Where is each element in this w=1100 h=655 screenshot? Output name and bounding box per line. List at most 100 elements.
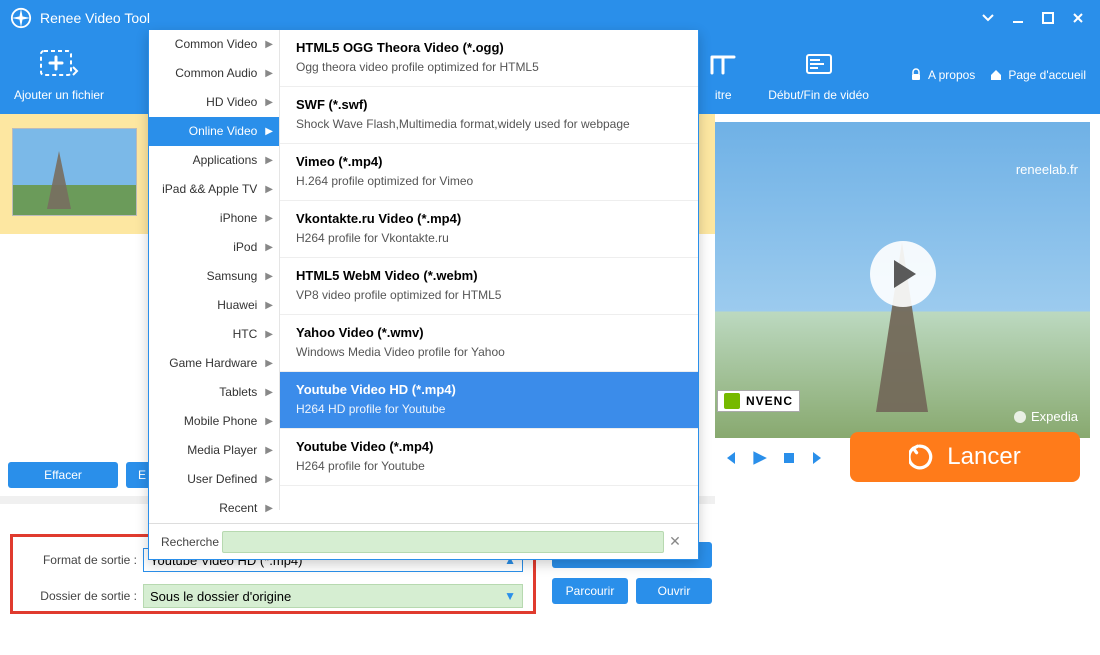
option-desc: H264 profile for Youtube (296, 459, 682, 473)
format-category-item[interactable]: iPhone▶ (149, 204, 279, 233)
format-category-item[interactable]: Huawei▶ (149, 291, 279, 320)
play-overlay-button[interactable] (870, 241, 936, 307)
format-option-item[interactable]: HTML5 OGG Theora Video (*.ogg)Ogg theora… (280, 30, 698, 87)
chevron-right-icon: ▶ (265, 387, 273, 398)
file-thumbnail[interactable] (12, 128, 137, 216)
format-category-item[interactable]: Game Hardware▶ (149, 349, 279, 378)
option-title: Youtube Video HD (*.mp4) (296, 382, 682, 397)
subtitle-icon (708, 48, 738, 82)
format-category-item[interactable]: Mobile Phone ▶ (149, 407, 279, 436)
open-button[interactable]: Ouvrir (636, 578, 712, 604)
chevron-right-icon: ▶ (265, 271, 273, 282)
format-category-item[interactable]: Online Video▶ (149, 117, 279, 146)
category-label: Applications (193, 153, 258, 167)
format-category-item[interactable]: Applications ▶ (149, 146, 279, 175)
minimize-button[interactable] (1006, 6, 1030, 30)
category-label: Samsung (207, 269, 258, 283)
category-label: HD Video (206, 95, 257, 109)
format-category-item[interactable]: User Defined▶ (149, 465, 279, 494)
format-category-item[interactable]: HD Video ▶ (149, 88, 279, 117)
clear-button[interactable]: Effacer (8, 462, 118, 488)
home-label: Page d'accueil (1008, 68, 1086, 82)
option-title: Yahoo Video (*.wmv) (296, 325, 682, 340)
prev-button[interactable] (719, 448, 739, 468)
chevron-right-icon: ▶ (265, 416, 273, 427)
format-category-item[interactable]: Recent▶ (149, 494, 279, 523)
category-label: Common Video (175, 37, 258, 51)
output-format-label: Format de sortie : (23, 553, 143, 567)
option-desc: Shock Wave Flash,Multimedia format,widel… (296, 117, 682, 131)
subtitle-label: itre (715, 88, 732, 102)
stop-button[interactable] (779, 448, 799, 468)
next-button[interactable] (809, 448, 829, 468)
format-option-list: HTML5 OGG Theora Video (*.ogg)Ogg theora… (279, 30, 698, 510)
output-folder-select[interactable]: Sous le dossier d'origine ▼ (143, 584, 523, 608)
chevron-right-icon: ▶ (265, 242, 273, 253)
chevron-down-icon: ▼ (488, 589, 516, 603)
format-option-item[interactable]: SWF (*.swf)Shock Wave Flash,Multimedia f… (280, 87, 698, 144)
play-button[interactable] (749, 448, 769, 468)
search-input[interactable] (229, 535, 657, 549)
startend-button[interactable]: Début/Fin de vidéo (768, 48, 869, 102)
option-desc: Ogg theora video profile optimized for H… (296, 60, 682, 74)
startend-label: Début/Fin de vidéo (768, 88, 869, 102)
format-category-item[interactable]: Samsung ▶ (149, 262, 279, 291)
category-label: Tablets (219, 385, 257, 399)
category-label: Online Video (189, 124, 258, 138)
output-folder-value: Sous le dossier d'origine (150, 589, 488, 604)
format-category-item[interactable]: Tablets ▶ (149, 378, 279, 407)
format-category-item[interactable]: iPod ▶ (149, 233, 279, 262)
format-category-item[interactable]: Media Player▶ (149, 436, 279, 465)
category-label: iPod (233, 240, 257, 254)
format-option-item[interactable]: HTML5 WebM Video (*.webm)VP8 video profi… (280, 258, 698, 315)
chevron-right-icon: ▶ (265, 358, 273, 369)
category-label: HTC (233, 327, 258, 341)
chevron-right-icon: ▶ (265, 329, 273, 340)
home-icon (989, 68, 1003, 82)
category-label: iPhone (220, 211, 257, 225)
launch-button[interactable]: Lancer (850, 432, 1080, 482)
add-file-label: Ajouter un fichier (14, 88, 104, 102)
format-option-item[interactable]: Youtube Video HD (*.mp4) H264 HD profile … (280, 372, 698, 429)
maximize-button[interactable] (1036, 6, 1060, 30)
option-desc: H264 HD profile for Youtube (296, 402, 682, 416)
format-option-item[interactable]: Vimeo (*.mp4)H.264 profile optimized for… (280, 144, 698, 201)
browse-button[interactable]: Parcourir (552, 578, 628, 604)
add-file-icon (39, 48, 79, 82)
format-category-item[interactable]: HTC ▶ (149, 320, 279, 349)
format-option-item[interactable]: Youtube Video (*.mp4)H264 profile for Yo… (280, 429, 698, 486)
add-file-button[interactable]: Ajouter un fichier (14, 48, 104, 102)
format-category-item[interactable]: iPad && Apple TV ▶ (149, 175, 279, 204)
chevron-right-icon: ▶ (265, 184, 273, 195)
about-label: A propos (928, 68, 975, 82)
subtitle-button[interactable]: itre (708, 48, 738, 102)
format-category-item[interactable]: Common Audio▶ (149, 59, 279, 88)
chevron-right-icon: ▶ (265, 68, 273, 79)
about-link[interactable]: A propos (909, 68, 975, 82)
close-button[interactable] (1066, 6, 1090, 30)
category-label: Media Player (187, 443, 257, 457)
option-desc: Windows Media Video profile for Yahoo (296, 345, 682, 359)
app-title: Renee Video Tool (40, 10, 970, 26)
lock-icon (909, 68, 923, 82)
option-title: Vimeo (*.mp4) (296, 154, 682, 169)
category-label: Huawei (217, 298, 257, 312)
settings-dropdown-icon[interactable] (976, 6, 1000, 30)
category-label: iPad && Apple TV (162, 182, 257, 196)
search-label: Recherche (161, 535, 219, 549)
format-option-item[interactable]: Yahoo Video (*.wmv) Windows Media Video p… (280, 315, 698, 372)
home-link[interactable]: Page d'accueil (989, 68, 1086, 82)
category-label: User Defined (187, 472, 257, 486)
format-category-item[interactable]: Common Video▶ (149, 30, 279, 59)
option-title: Vkontakte.ru Video (*.mp4) (296, 211, 682, 226)
category-label: Mobile Phone (184, 414, 257, 428)
format-category-list: Common Video▶Common Audio▶HD Video▶Onlin… (149, 30, 279, 523)
watermark-bottom: Expedia (1013, 409, 1078, 424)
chevron-right-icon: ▶ (265, 155, 273, 166)
clear-search-button[interactable]: ✕ (664, 533, 686, 550)
format-option-item[interactable]: Vkontakte.ru Video (*.mp4) H264 profile f… (280, 201, 698, 258)
option-desc: H264 profile for Vkontakte.ru (296, 231, 682, 245)
preview-panel: reneelab.fr Expedia ▾ ▾ (715, 114, 1100, 655)
chevron-right-icon: ▶ (265, 97, 273, 108)
nvenc-badge: NVENC (717, 390, 800, 412)
